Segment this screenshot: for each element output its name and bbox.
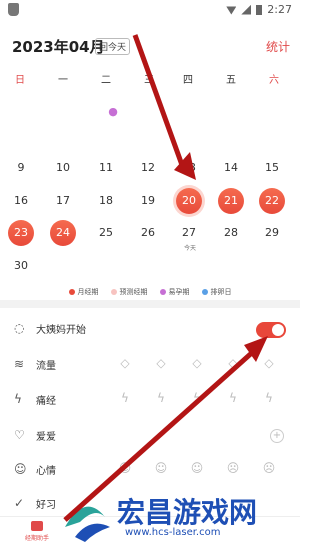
bottom-nav-period-assistant[interactable]: 经期助手 — [22, 519, 52, 542]
add-icon[interactable]: + — [270, 429, 284, 443]
stats-link[interactable]: 统计 — [266, 38, 290, 55]
bolt-option-icon[interactable]: ϟ — [262, 390, 276, 406]
bolt-option-icon[interactable]: ϟ — [190, 390, 204, 406]
battery-icon — [256, 4, 263, 15]
mood-options: ☺ ☺ ☺ ☹ ☹ — [118, 460, 276, 476]
calendar-day[interactable]: 25 — [93, 220, 119, 246]
weekday-sat: 六 — [269, 75, 279, 86]
row-cramps: ϟ 痛经 ϟ ϟ ϟ ϟ ϟ — [0, 387, 300, 415]
calendar-day[interactable]: 13 — [176, 155, 202, 181]
watermark-title: 宏昌游戏网 — [117, 496, 258, 529]
period-start-label: 大姨妈开始 — [36, 325, 86, 336]
bolt-option-icon[interactable]: ϟ — [154, 390, 168, 406]
weekday-thu: 四 — [183, 75, 193, 86]
legend-item: 预测经期 — [110, 287, 148, 297]
calendar-day[interactable]: 15 — [259, 155, 285, 181]
calendar-day-today[interactable]: 20 — [176, 188, 202, 214]
drop-option-icon[interactable]: ◇ — [154, 355, 168, 371]
drop-option-icon[interactable]: ◇ — [226, 355, 240, 371]
signal-icon — [241, 4, 252, 15]
calendar-icon — [31, 521, 43, 531]
calendar-header: 2023年04月 回今天 统计 — [0, 30, 300, 60]
calendar-day[interactable]: 9 — [8, 155, 34, 181]
status-time: 2:27 — [267, 3, 292, 16]
weekday-sun: 日 — [15, 75, 25, 86]
heart-icon: ♡ — [14, 428, 25, 442]
smile-icon: ☺ — [14, 462, 27, 476]
bolt-option-icon[interactable]: ϟ — [226, 390, 240, 406]
status-bar: 2:27 — [0, 0, 300, 20]
weekday-mon: 一 — [58, 75, 68, 86]
drop-option-icon[interactable]: ◇ — [262, 355, 276, 371]
mood-option-icon[interactable]: ☺ — [190, 460, 204, 476]
section-divider — [0, 300, 300, 308]
calendar-day[interactable]: 26 — [135, 220, 161, 246]
legend-dot — [159, 289, 166, 295]
calendar-day[interactable]: 29 — [259, 220, 285, 246]
mood-option-icon[interactable]: ☺ — [154, 460, 168, 476]
toggle-knob — [272, 324, 284, 336]
calendar-day[interactable]: 14 — [218, 155, 244, 181]
period-start-toggle[interactable] — [256, 322, 286, 338]
calendar-day[interactable]: 12 — [135, 155, 161, 181]
weekday-tue: 二 — [101, 75, 111, 86]
weekday-fri: 五 — [226, 75, 236, 86]
habit-label: 好习 — [36, 500, 56, 511]
mood-option-icon[interactable]: ☺ — [118, 460, 132, 476]
legend-item: 易孕期 — [159, 287, 190, 297]
legend-item: 月经期 — [68, 287, 99, 297]
row-period-start: ◌ 大姨妈开始 — [0, 316, 300, 344]
app-notification-icon — [8, 3, 19, 16]
row-mood: ☺ 心情 ☺ ☺ ☺ ☹ ☹ — [0, 457, 300, 485]
weekday-wed: 三 — [144, 75, 154, 86]
today-button[interactable]: 回今天 — [95, 38, 131, 55]
flow-label: 流量 — [36, 361, 56, 372]
weekday-header: 日 一 二 三 四 五 六 — [0, 71, 300, 87]
calendar-day[interactable]: 18 — [93, 188, 119, 214]
watermark-logo-icon — [65, 506, 110, 542]
legend-dot — [110, 289, 117, 295]
flow-options: ◇ ◇ ◇ ◇ ◇ — [118, 355, 276, 371]
calendar-day[interactable]: 28 — [218, 220, 244, 246]
calendar-day-period[interactable]: 23 — [8, 220, 34, 246]
bolt-option-icon[interactable]: ϟ — [118, 390, 132, 406]
calendar-day-period[interactable]: 21 — [218, 188, 244, 214]
today-sub-label: 今天 — [184, 245, 197, 252]
mood-label: 心情 — [36, 466, 56, 477]
drop-option-icon[interactable]: ◇ — [190, 355, 204, 371]
calendar-day[interactable]: 11 — [93, 155, 119, 181]
calendar-day[interactable]: 30 — [8, 253, 34, 279]
calendar-day[interactable]: 10 — [50, 155, 76, 181]
love-label: 爱爱 — [36, 432, 56, 443]
cramps-label: 痛经 — [36, 396, 56, 407]
check-circle-icon: ✓ — [14, 496, 25, 510]
calendar-legend: 月经期 预测经期 易孕期 排卵日 — [0, 287, 300, 297]
row-love: ♡ 爱爱 + — [0, 423, 300, 451]
drop-icon: ◌ — [14, 321, 25, 335]
mood-option-icon[interactable]: ☹ — [226, 460, 240, 476]
legend-dot — [68, 289, 75, 295]
month-title: 2023年04月 — [12, 38, 105, 56]
bottom-nav-label: 经期助手 — [24, 535, 49, 542]
mood-option-icon[interactable]: ☹ — [262, 460, 276, 476]
watermark: 宏昌游戏网 www.hcs-laser.com — [55, 487, 295, 547]
wifi-icon — [226, 6, 237, 15]
row-flow: ≋ 流量 ◇ ◇ ◇ ◇ ◇ — [0, 352, 300, 380]
watermark-url: www.hcs-laser.com — [125, 527, 221, 538]
lightning-icon: ϟ — [14, 392, 22, 406]
calendar-day-period[interactable]: 24 — [50, 220, 76, 246]
calendar-day[interactable]: ● — [100, 99, 126, 125]
legend-item: 排卵日 — [201, 287, 232, 297]
calendar-day-period[interactable]: 22 — [259, 188, 285, 214]
calendar-day[interactable]: 19 — [135, 188, 161, 214]
calendar-day[interactable]: 16 — [8, 188, 34, 214]
waves-icon: ≋ — [14, 357, 25, 371]
calendar-day[interactable]: 17 — [50, 188, 76, 214]
legend-dot — [201, 289, 208, 295]
drop-option-icon[interactable]: ◇ — [118, 355, 132, 371]
cramps-options: ϟ ϟ ϟ ϟ ϟ — [118, 390, 276, 406]
